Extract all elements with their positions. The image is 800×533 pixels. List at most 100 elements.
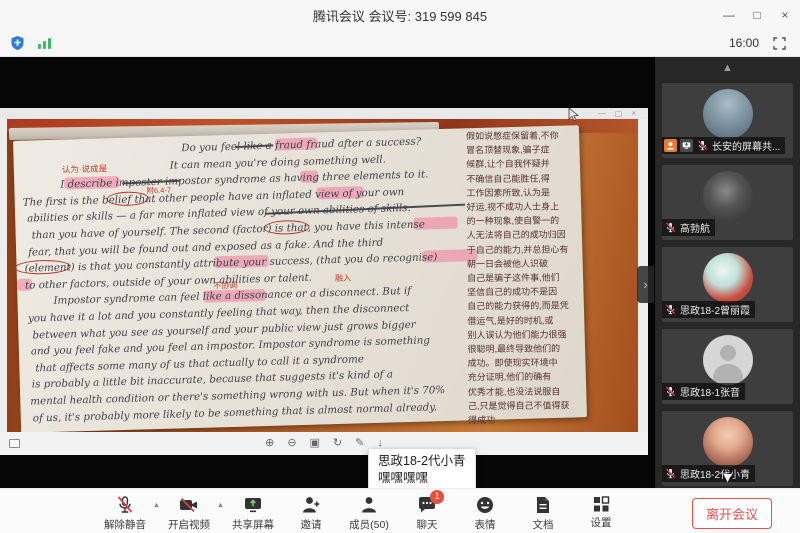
- chinese-note-line: 自己是骗子这件事,他们: [467, 270, 581, 285]
- chinese-note-line: 于自己的能力,并总担心有: [467, 242, 581, 257]
- participant-name: 长安的屏幕共...: [712, 138, 780, 153]
- members-label: 成员(50): [349, 517, 389, 532]
- muted-mic-icon: [664, 221, 677, 234]
- chat-button[interactable]: 1 聊天: [398, 490, 456, 532]
- minimize-button[interactable]: —: [722, 8, 736, 22]
- settings-button[interactable]: 设置: [572, 490, 630, 530]
- shared-document-photo: 认为·说成是 附6.4-7 不协调 融入 Do you feel like a …: [7, 119, 638, 432]
- collapse-sidebar-chevron[interactable]: ›: [637, 266, 654, 303]
- chat-preview-sender: 思政18-2代小青: [378, 453, 466, 470]
- chat-unread-badge: 1: [430, 490, 444, 504]
- muted-mic-icon: [664, 385, 677, 398]
- avatar: [703, 171, 753, 221]
- invite-label: 邀请: [301, 517, 322, 532]
- share-screen-icon: [242, 495, 264, 515]
- titlebar: 腾讯会议 会议号: 319 599 845 — □ ×: [0, 0, 800, 30]
- chevron-right-icon: ›: [643, 277, 647, 292]
- chinese-note-line: 很聪明,最终导致他们的: [468, 341, 582, 356]
- participants-sidebar: ▲ 长安的屏幕共...: [655, 57, 800, 488]
- participant-tile[interactable]: 思政18-1张音: [662, 329, 793, 404]
- main-region: — ▢ ×: [0, 57, 800, 488]
- chinese-note-line: 人无法将自己的成功归因: [467, 228, 581, 243]
- scroll-down-arrow[interactable]: ▼: [655, 471, 800, 483]
- share-screen-label: 共享屏幕: [232, 517, 274, 532]
- chinese-note-line: 好运,视不成功人士身上: [467, 199, 581, 214]
- tencent-meeting-window: 腾讯会议 会议号: 319 599 845 — □ × 16:00: [0, 0, 800, 533]
- invite-button[interactable]: 邀请: [282, 490, 340, 532]
- participant-tile[interactable]: 长安的屏幕共...: [662, 83, 793, 158]
- mouse-cursor-icon: [568, 107, 579, 122]
- rotate-icon[interactable]: ↻: [333, 438, 342, 449]
- chinese-note-line: 成功。即使现实环境中: [468, 356, 582, 371]
- start-video-label: 开启视频: [168, 517, 210, 532]
- smiley-icon: [475, 495, 495, 515]
- document-icon: [534, 495, 552, 515]
- participant-name: 思政18-2曾丽霞: [680, 302, 750, 317]
- chat-preview-message: 嘿嘿嘿嘿: [378, 470, 466, 487]
- chinese-note-line: 不确信自己能胜任,得: [466, 171, 580, 186]
- fit-size-icon[interactable]: ▣: [310, 438, 320, 449]
- leave-meeting-button[interactable]: 离开会议: [692, 498, 772, 529]
- avatar: [703, 89, 753, 139]
- window-controls: — □ ×: [722, 0, 792, 30]
- chinese-note-line: 自己的能力获得的,而是凭: [467, 299, 581, 314]
- window-title: 腾讯会议 会议号: 319 599 845: [313, 6, 487, 25]
- member-person-icon: [359, 495, 379, 515]
- maximize-button[interactable]: □: [750, 8, 764, 22]
- chat-label: 聊天: [417, 517, 438, 532]
- participant-tile[interactable]: 思政18-2曾丽霞: [662, 247, 793, 322]
- shared-screen-stage: — ▢ ×: [0, 57, 655, 488]
- chinese-note-line: 坚信自己的成功不是因: [467, 285, 581, 300]
- scroll-up-arrow[interactable]: ▲: [655, 62, 800, 74]
- settings-grid-icon: [592, 495, 610, 513]
- participant-name-bar: 长安的屏幕共...: [662, 137, 785, 154]
- chinese-note-line: 己,只是觉得自己不值得获: [468, 398, 582, 413]
- network-signal-icon[interactable]: [37, 36, 53, 50]
- notes-paper: 认为·说成是 附6.4-7 不协调 融入 Do you feel like a …: [13, 125, 587, 432]
- unmute-label: 解除静音: [104, 517, 146, 532]
- chinese-note-line: 优秀才能,也没法说服自: [468, 384, 582, 399]
- participant-name-bar: 高勃航: [662, 219, 715, 236]
- start-video-button[interactable]: 开启视频: [160, 490, 218, 532]
- participant-tile[interactable]: 高勃航: [662, 165, 793, 240]
- participant-name-bar: 思政18-2曾丽霞: [662, 301, 755, 318]
- emoji-label: 表情: [475, 517, 496, 532]
- handwritten-chinese-notes: 假如说憋症保留着,不你冒名顶替现象,骗子症候群,让个自我怀疑并不确信自己能胜任,…: [466, 128, 582, 427]
- avatar: [703, 335, 753, 385]
- close-button[interactable]: ×: [778, 8, 792, 22]
- unmute-button[interactable]: 解除静音: [96, 490, 154, 532]
- chinese-note-line: 假如说憋症保留着,不你: [466, 128, 580, 143]
- emoji-button[interactable]: 表情: [456, 490, 514, 532]
- muted-mic-icon: [696, 139, 709, 152]
- security-shield-icon[interactable]: [10, 35, 25, 51]
- participant-name: 思政18-1张音: [680, 384, 740, 399]
- shared-maximize-icon: ▢: [615, 110, 623, 118]
- presenter-icon: [664, 139, 677, 152]
- shared-close-icon: ×: [631, 110, 636, 118]
- shared-application-window: — ▢ ×: [0, 108, 648, 455]
- settings-label: 设置: [591, 515, 612, 530]
- meeting-statusbar: 16:00: [0, 30, 800, 57]
- muted-mic-large-icon: [115, 495, 135, 515]
- viewer-thumbnail-icon[interactable]: [9, 439, 20, 448]
- shared-minimize-icon: —: [598, 110, 606, 118]
- meeting-toolbar: 解除静音 ▲ 开启视频 ▲ 共享屏幕 邀请: [0, 488, 800, 533]
- chinese-note-line: 的一种现象,使自警一的: [467, 214, 581, 229]
- participant-name: 高勃航: [680, 220, 710, 235]
- share-screen-button[interactable]: 共享屏幕: [224, 490, 282, 532]
- docs-label: 文档: [533, 517, 554, 532]
- image-viewer-toolbar: ⊕ ⊖ ▣ ↻ ✎ ↓: [0, 432, 648, 455]
- annotate-icon[interactable]: ✎: [355, 438, 364, 449]
- muted-mic-icon: [664, 303, 677, 316]
- zoom-out-icon[interactable]: ⊖: [287, 438, 296, 449]
- screen-sharing-icon: [680, 139, 693, 152]
- docs-button[interactable]: 文档: [514, 490, 572, 532]
- shared-window-chrome: — ▢ ×: [0, 108, 648, 119]
- chinese-note-line: 朝一日会被他人识破: [467, 256, 581, 271]
- zoom-in-icon[interactable]: ⊕: [265, 438, 274, 449]
- fullscreen-icon[interactable]: [773, 37, 786, 50]
- handwritten-english-text: Do you feel like a fraud fraud after a s…: [21, 132, 475, 426]
- chinese-note-line: 工作因素所致,认为是: [466, 185, 580, 200]
- members-button[interactable]: 成员(50): [340, 490, 398, 532]
- chinese-note-line: 别人误认为他们能力很强: [467, 327, 581, 342]
